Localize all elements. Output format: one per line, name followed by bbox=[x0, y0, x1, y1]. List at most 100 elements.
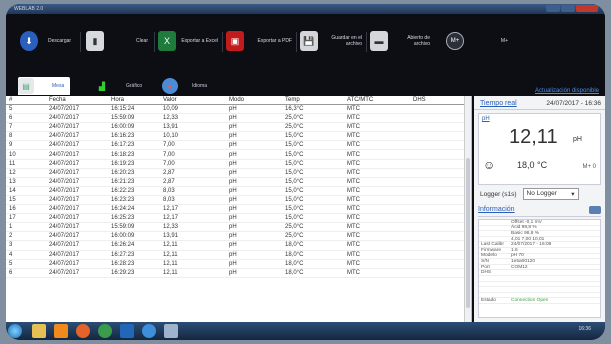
reading-display: pH 12,11 pH ☺ 18,0 °C M+ 0 bbox=[478, 113, 601, 185]
table-row[interactable]: 13 24/07/2017 16:21:23 2,87 pH 15,0°C MTC bbox=[6, 177, 464, 187]
table-row[interactable]: 17 24/07/2017 16:25:23 12,17 pH 15,0°C MTC bbox=[6, 213, 464, 224]
col-header-temp[interactable]: Temp bbox=[282, 96, 344, 105]
cell-date: 24/07/2017 bbox=[46, 222, 108, 233]
cell-date: 24/07/2017 bbox=[46, 250, 108, 260]
scrollbar-thumb[interactable] bbox=[466, 158, 470, 308]
col-header-dhs[interactable]: DHS bbox=[410, 96, 464, 105]
cell-atc-mtc: MTC bbox=[344, 231, 410, 242]
memory-plus-button[interactable]: M+ M+ bbox=[446, 28, 508, 54]
cell-index: 9 bbox=[6, 140, 46, 151]
cell-index: 11 bbox=[6, 159, 46, 169]
col-header-mode[interactable]: Modo bbox=[226, 96, 282, 105]
table-row[interactable]: 9 24/07/2017 16:17:23 7,00 pH 15,0°C MTC bbox=[6, 140, 464, 151]
maximize-button[interactable] bbox=[561, 5, 575, 12]
cell-value: 12,11 bbox=[160, 240, 226, 251]
table-row[interactable]: 10 24/07/2017 16:18:23 7,00 pH 15,0°C MTC bbox=[6, 149, 464, 160]
info-value: Basic 98,8 % bbox=[511, 230, 539, 236]
info-key: Estado bbox=[481, 298, 496, 304]
table-row[interactable]: 1 24/07/2017 15:59:09 12,33 pH 25,0°C MTC bbox=[6, 222, 464, 233]
export-excel-button[interactable]: X Exportar a Excel bbox=[158, 28, 218, 54]
media-icon[interactable] bbox=[54, 324, 68, 338]
table-row[interactable]: 14 24/07/2017 16:22:23 8,03 pH 15,0°C MTC bbox=[6, 186, 464, 196]
table-row[interactable]: 3 24/07/2017 16:26:24 12,11 pH 18,0°C MTC bbox=[6, 240, 464, 251]
info-title: Información bbox=[478, 206, 515, 213]
cell-time: 16:25:23 bbox=[108, 213, 160, 224]
download-button[interactable]: ⬇ Descargar bbox=[20, 28, 72, 54]
table-row[interactable]: 7 24/07/2017 16:00:09 13,91 pH 25,0°C MTC bbox=[6, 122, 464, 133]
info-row: Estado Connection Open bbox=[479, 298, 600, 304]
table-row[interactable]: 15 24/07/2017 16:23:23 8,03 pH 15,0°C MTC bbox=[6, 195, 464, 206]
reading-value: 12,11 bbox=[509, 126, 558, 148]
realtime-header: Tiempo real 24/07/2017 - 16:36 bbox=[474, 96, 605, 110]
cell-mode: pH bbox=[226, 177, 282, 187]
cell-dhs bbox=[410, 250, 464, 260]
update-available-link[interactable]: Actualización disponible bbox=[535, 88, 599, 94]
cell-time: 16:29:23 bbox=[108, 268, 160, 278]
ie-icon[interactable] bbox=[142, 324, 156, 338]
cell-dhs bbox=[410, 104, 464, 115]
cell-mode: pH bbox=[226, 250, 282, 260]
col-header-atc-mtc[interactable]: ATC/MTC bbox=[344, 96, 410, 105]
cell-value: 12,33 bbox=[160, 222, 226, 233]
cell-dhs bbox=[410, 231, 464, 242]
table-row[interactable]: 6 24/07/2017 16:29:23 12,11 pH 18,0°C MTC bbox=[6, 268, 464, 278]
tab-grafico[interactable]: ▟ Gráfico bbox=[94, 77, 142, 95]
tab-mesa[interactable]: ▤ Mesa bbox=[18, 77, 71, 95]
explorer-icon[interactable] bbox=[32, 324, 46, 338]
cell-time: 16:16:23 bbox=[108, 131, 160, 142]
logger-select[interactable]: No Logger ▾ bbox=[522, 188, 579, 200]
app-taskbar-icon[interactable] bbox=[164, 324, 178, 338]
cell-dhs bbox=[410, 240, 464, 251]
cell-value: 12,11 bbox=[160, 259, 226, 269]
save-file-button[interactable]: 💾 Guardar en el archivo bbox=[300, 28, 362, 54]
clear-button[interactable]: ▮ Clear bbox=[86, 28, 148, 54]
collapse-toggle-icon[interactable] bbox=[589, 206, 601, 214]
table-row[interactable]: 16 24/07/2017 16:24:24 12,17 pH 15,0°C MTC bbox=[6, 204, 464, 215]
table-row[interactable]: 5 24/07/2017 16:15:24 10,09 pH 16,3°C MTC bbox=[6, 104, 464, 115]
cell-index: 2 bbox=[6, 231, 46, 242]
cell-value: 12,17 bbox=[160, 204, 226, 215]
pdf-icon: ▣ bbox=[226, 31, 244, 51]
table-row[interactable]: 11 24/07/2017 16:19:23 7,00 pH 15,0°C MTC bbox=[6, 159, 464, 169]
table-row[interactable]: 4 24/07/2017 16:27:23 12,11 pH 18,0°C MTC bbox=[6, 250, 464, 260]
table-row[interactable]: 2 24/07/2017 16:00:09 13,91 pH 25,0°C MTC bbox=[6, 231, 464, 242]
table-row[interactable]: 5 24/07/2017 16:28:23 12,11 pH 18,0°C MTC bbox=[6, 259, 464, 269]
info-header: Información bbox=[478, 206, 601, 217]
connection-status-link[interactable]: Connection Open bbox=[511, 298, 600, 303]
table-scrollbar[interactable] bbox=[464, 96, 471, 322]
start-button[interactable] bbox=[8, 324, 22, 338]
cell-temp: 15,0°C bbox=[282, 131, 344, 142]
cell-value: 2,87 bbox=[160, 168, 226, 178]
firefox-icon[interactable] bbox=[76, 324, 90, 338]
minimize-button[interactable] bbox=[546, 5, 560, 12]
realtime-title[interactable]: Tiempo real bbox=[480, 100, 517, 107]
info-key: Modelo bbox=[481, 253, 497, 259]
cell-temp: 15,0°C bbox=[282, 213, 344, 224]
chrome-icon[interactable] bbox=[98, 324, 112, 338]
col-header-time[interactable]: Hora bbox=[108, 96, 160, 105]
col-header-index[interactable]: # bbox=[6, 96, 46, 105]
cell-dhs bbox=[410, 195, 464, 206]
cell-dhs bbox=[410, 122, 464, 133]
col-header-value[interactable]: Valor bbox=[160, 96, 226, 105]
table-row[interactable]: 12 24/07/2017 16:20:23 2,87 pH 15,0°C MTC bbox=[6, 168, 464, 178]
table-row[interactable]: 8 24/07/2017 16:16:23 10,10 pH 15,0°C MTC bbox=[6, 131, 464, 142]
tab-idioma[interactable]: ● Idioma bbox=[162, 77, 207, 95]
cell-value: 12,11 bbox=[160, 250, 226, 260]
table-row[interactable]: 6 24/07/2017 15:59:09 12,33 pH 25,0°C MTC bbox=[6, 113, 464, 124]
close-button[interactable] bbox=[576, 5, 598, 12]
cell-dhs bbox=[410, 140, 464, 151]
col-header-date[interactable]: Fecha bbox=[46, 96, 108, 105]
chart-icon: ▟ bbox=[98, 81, 106, 91]
open-file-button[interactable]: ▬ Abierto de archivo bbox=[370, 28, 430, 54]
cell-value: 7,00 bbox=[160, 159, 226, 169]
outlook-icon[interactable] bbox=[120, 324, 134, 338]
system-clock[interactable]: 16:36 bbox=[578, 326, 591, 332]
cell-dhs bbox=[410, 177, 464, 187]
cell-value: 7,00 bbox=[160, 149, 226, 160]
temperature-value: 18,0 °C bbox=[517, 160, 548, 170]
cell-atc-mtc: MTC bbox=[344, 168, 410, 178]
info-key: Last Calibr bbox=[481, 242, 504, 248]
export-pdf-button[interactable]: ▣ Exportar a PDF bbox=[226, 28, 292, 54]
cell-date: 24/07/2017 bbox=[46, 140, 108, 151]
